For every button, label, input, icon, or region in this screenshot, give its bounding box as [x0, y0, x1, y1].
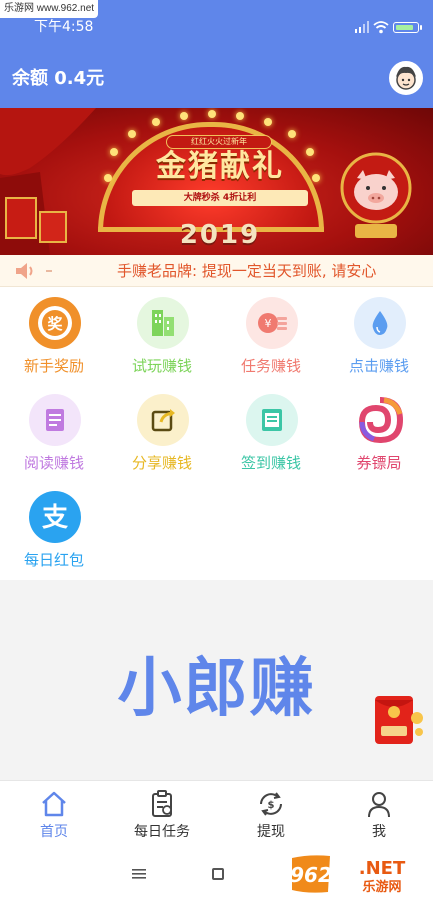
grid-item-label: 点击赚钱	[348, 357, 409, 375]
speaker-icon	[16, 263, 33, 279]
grid-item-task[interactable]: ¥ 任务赚钱	[217, 287, 325, 384]
status-time: 下午4:58	[34, 19, 94, 35]
grid-item-label: 新手奖励	[23, 357, 84, 375]
banner-year: 2019	[179, 220, 261, 250]
clipboard-icon	[152, 790, 172, 817]
notice-text: 手赚老品牌: 提现一定当天到账, 请安心	[117, 262, 377, 280]
svg-text:962: 962	[290, 863, 332, 887]
reward-icon: 奖	[29, 297, 81, 349]
curtain-decoration	[0, 108, 96, 255]
tab-daily-tasks[interactable]: 每日任务	[108, 781, 216, 851]
grid-item-daily-redpacket[interactable]: 支 每日红包	[0, 481, 108, 578]
promo-banner[interactable]: 红红火火过新年 金猪献礼 大牌秒杀 4折让利 2019	[0, 108, 433, 255]
grid-item-trial[interactable]: 试玩赚钱	[108, 287, 216, 384]
grid-item-share[interactable]: 分享赚钱	[108, 384, 216, 481]
home-square-icon[interactable]	[212, 868, 224, 880]
grid-item-reward[interactable]: 奖 新手奖励	[0, 287, 108, 384]
grid-item-label: 每日红包	[23, 551, 84, 569]
bottom-tab-bar: 首页 每日任务 $ 提现 我	[0, 780, 433, 850]
site-logo: 962 .NET 乐游网	[290, 855, 406, 895]
menu-icon[interactable]	[132, 868, 146, 880]
svg-text:¥: ¥	[265, 317, 272, 330]
buildings-icon	[137, 297, 189, 349]
tab-withdraw[interactable]: $ 提现	[217, 781, 325, 851]
red-packet-icon[interactable]	[369, 692, 425, 750]
grid-item-coupon[interactable]: 券镖局	[325, 384, 433, 481]
svg-text:乐游网: 乐游网	[362, 879, 401, 895]
grid-item-label: 签到赚钱	[240, 454, 301, 472]
coupon-swirl-icon	[354, 394, 406, 446]
svg-text:支: 支	[42, 503, 68, 533]
person-icon	[368, 792, 390, 818]
signal-icon	[355, 21, 369, 33]
grid-item-label: 任务赚钱	[240, 357, 301, 375]
notice-separator	[46, 270, 52, 272]
banner-badge: 红红火火过新年	[166, 135, 272, 149]
svg-text:奖: 奖	[47, 315, 63, 333]
grid-item-label: 券镖局	[356, 454, 402, 472]
svg-text:.NET: .NET	[359, 858, 406, 879]
drop-icon	[354, 297, 406, 349]
grid-item-read[interactable]: 阅读赚钱	[0, 384, 108, 481]
notice-bar[interactable]: 手赚老品牌: 提现一定当天到账, 请安心	[0, 255, 433, 287]
grid-item-label: 试玩赚钱	[131, 357, 192, 375]
banner-title: 金猪献礼	[156, 149, 284, 184]
tab-label: 我	[372, 824, 386, 840]
grid-item-label: 分享赚钱	[131, 454, 192, 472]
app-header: 乐游网 www.962.net 下午4:58 余额 0.4元	[0, 0, 433, 108]
feature-grid: 奖 新手奖励 试玩赚钱 ¥ 任务赚钱 点击赚钱 阅读赚钱 分享赚钱 签到赚钱 券…	[0, 287, 433, 580]
task-money-icon: ¥	[246, 297, 298, 349]
watermark: 乐游网 www.962.net	[0, 0, 99, 18]
grid-item-checkin[interactable]: 签到赚钱	[217, 384, 325, 481]
battery-icon	[393, 22, 422, 33]
grid-item-click[interactable]: 点击赚钱	[325, 287, 433, 384]
tab-me[interactable]: 我	[325, 781, 433, 851]
user-avatar-icon[interactable]	[389, 61, 423, 95]
home-icon	[42, 791, 66, 817]
share-icon	[137, 394, 189, 446]
status-bar: 乐游网 www.962.net 下午4:58	[0, 0, 433, 38]
tab-home[interactable]: 首页	[0, 781, 108, 851]
alipay-icon: 支	[29, 491, 81, 543]
svg-text:$: $	[268, 800, 275, 811]
pig-icon	[340, 152, 412, 238]
tab-label: 提现	[257, 824, 285, 840]
document-icon	[29, 394, 81, 446]
wifi-icon	[373, 21, 389, 34]
banner-strip: 大牌秒杀 4折让利	[132, 190, 308, 206]
checkin-icon	[246, 394, 298, 446]
tab-label: 每日任务	[134, 824, 190, 840]
tab-label: 首页	[40, 824, 68, 840]
grid-item-label: 阅读赚钱	[23, 454, 84, 472]
balance-label: 余额 0.4元	[12, 68, 105, 89]
withdraw-icon: $	[260, 792, 282, 816]
brand-area: 小郎赚	[0, 580, 433, 780]
